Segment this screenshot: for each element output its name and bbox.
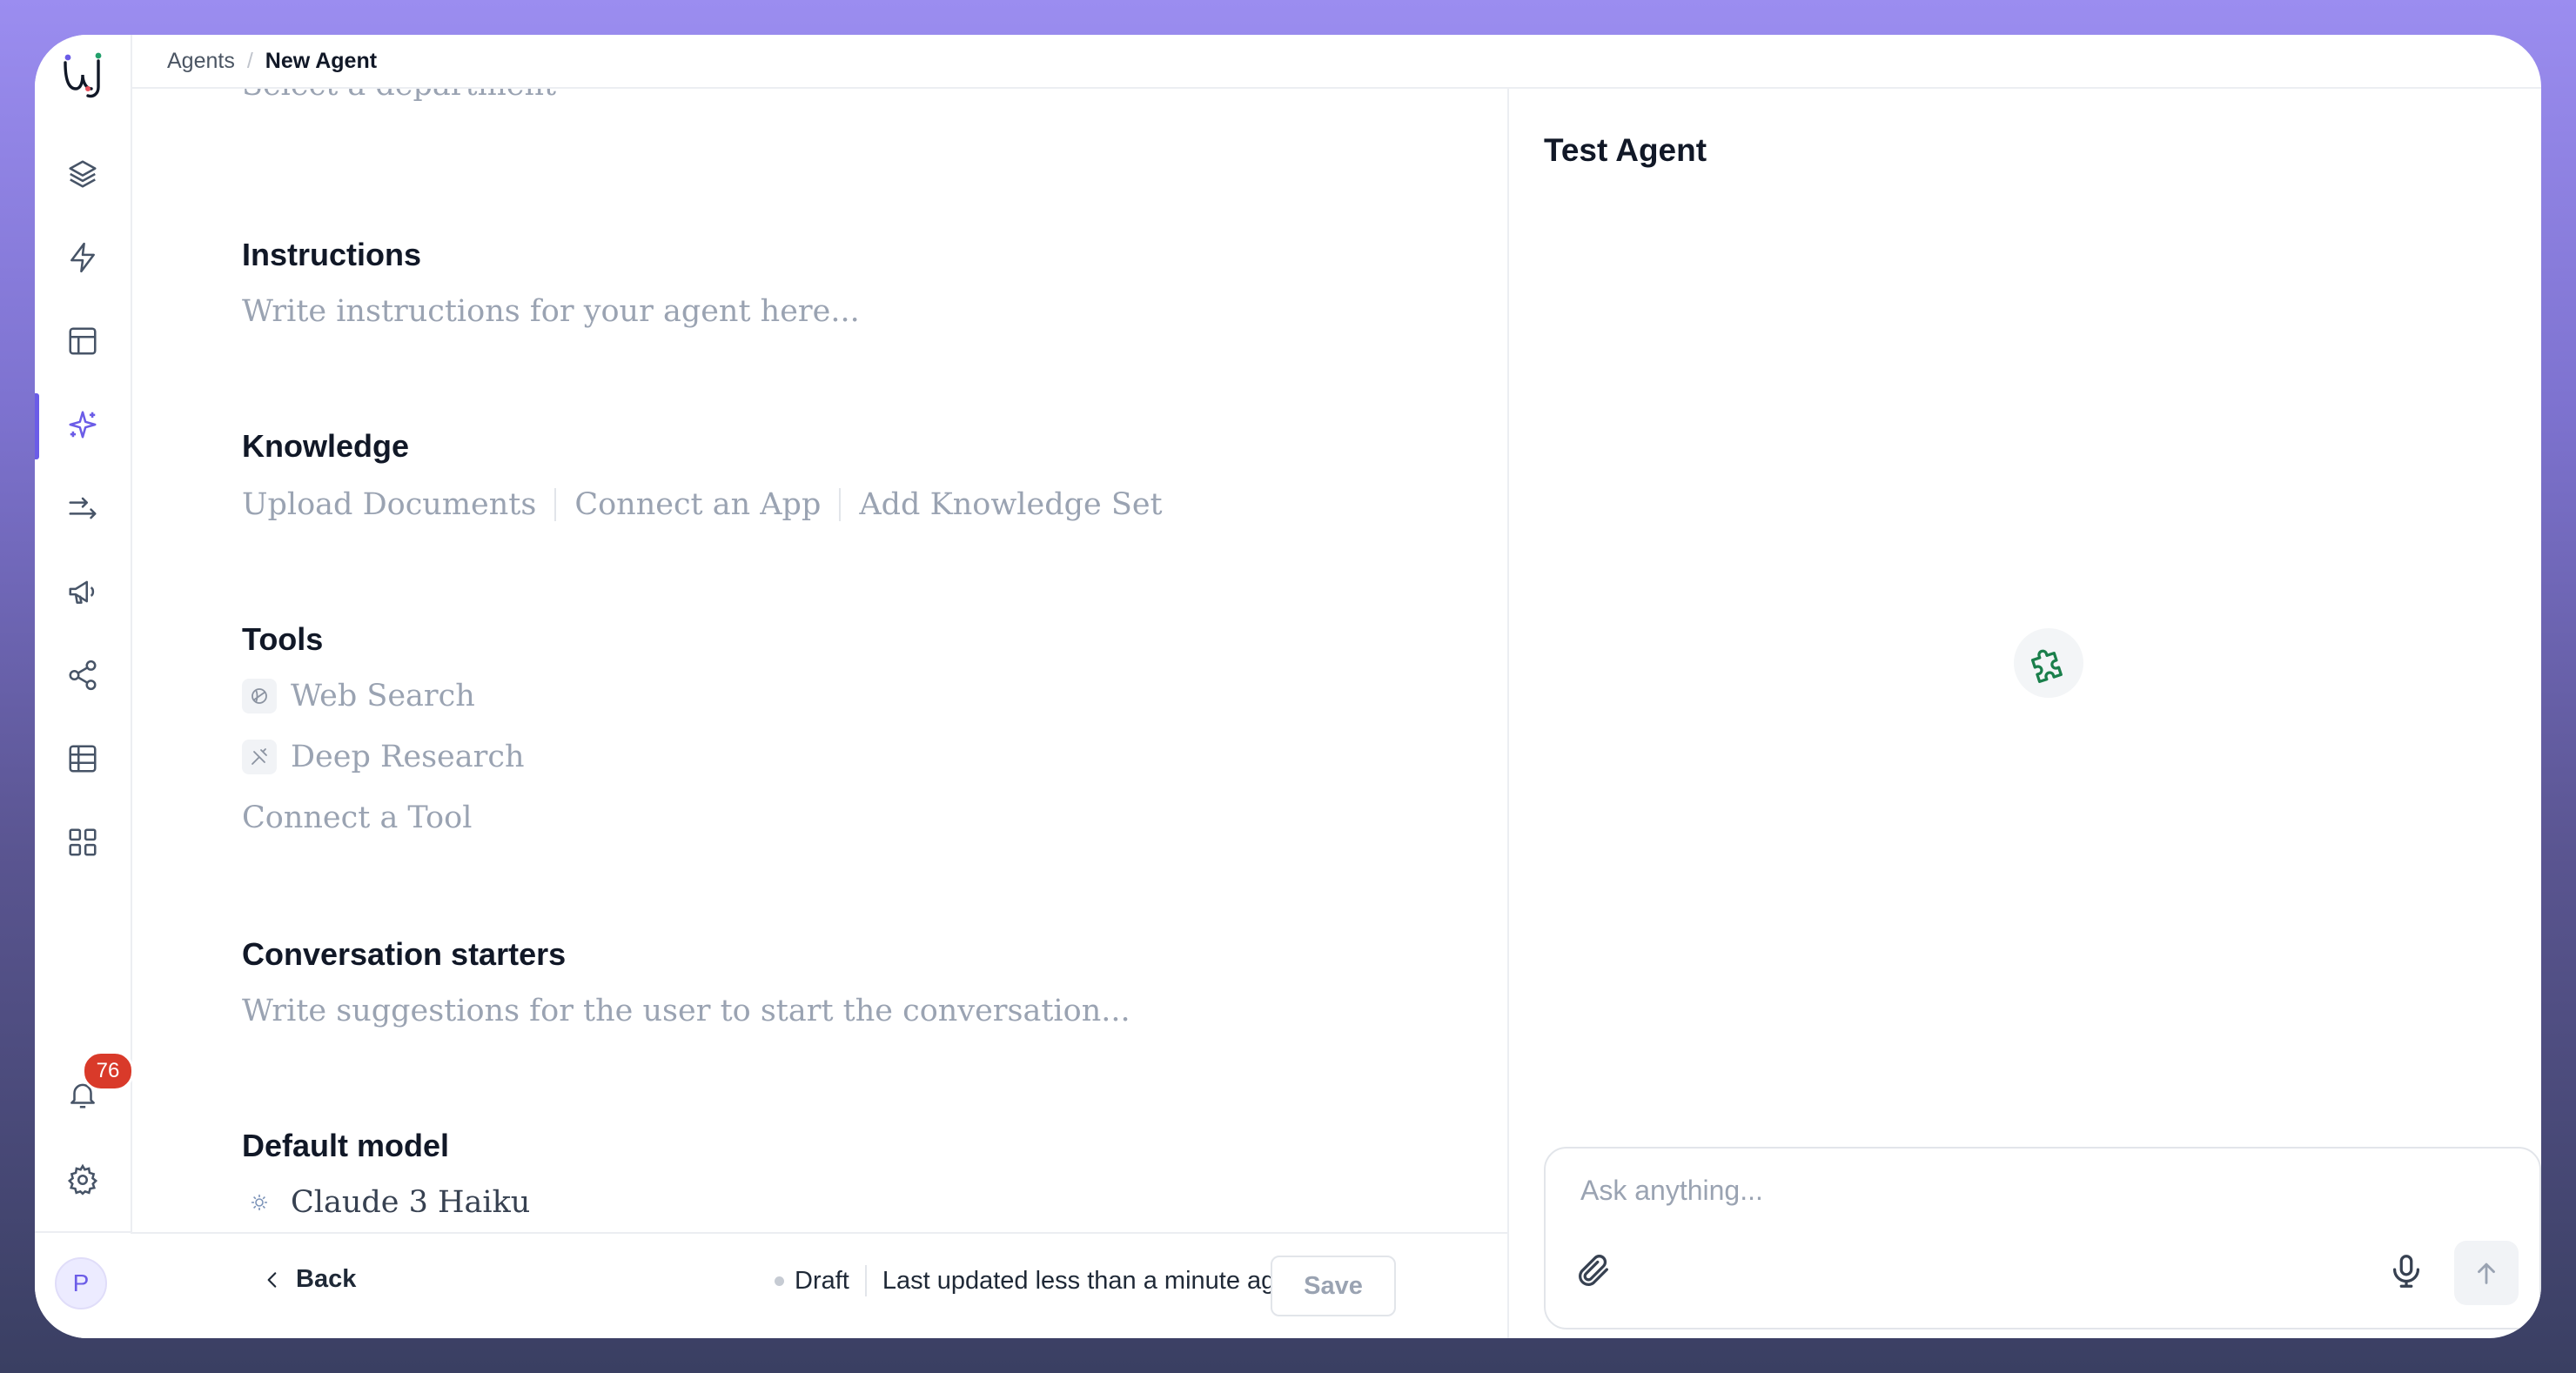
status-divider [864,1265,867,1296]
conversation-starters-title: Conversation starters [242,936,567,972]
default-model-select[interactable]: Claude 3 Haiku [242,1185,530,1220]
send-button[interactable] [2454,1241,2519,1305]
add-knowledge-set-link[interactable]: Add Knowledge Set [859,487,1162,522]
breadcrumb-separator: / [246,48,253,73]
instructions-input[interactable]: Write instructions for your agent here..… [242,294,860,329]
last-updated-text: Last updated less than a minute ago [882,1266,1290,1295]
app-window: 76 P Agents / New Agent Select a departm… [35,35,2541,1338]
agent-form: Select a department Instructions Write i… [131,89,1507,1267]
sparkles-icon[interactable] [65,407,100,442]
back-button[interactable]: Back [261,1265,356,1294]
megaphone-icon[interactable] [65,574,100,609]
sidebar: 76 P [35,35,134,1338]
web-search-icon [242,679,277,713]
test-agent-panel: Test Agent [1507,89,2541,1338]
tool-label: Web Search [291,679,475,713]
connect-app-link[interactable]: Connect an App [574,487,821,522]
app-logo[interactable] [57,49,109,101]
link-divider [839,488,842,521]
tools-title: Tools [242,621,324,657]
status-dot [775,1276,784,1286]
back-label: Back [296,1265,357,1293]
chat-input[interactable] [1580,1175,2364,1207]
chat-composer [1544,1147,2541,1329]
puzzle-icon [2014,628,2083,698]
paperclip-icon[interactable] [1573,1251,1613,1291]
deep-research-icon [242,740,277,774]
link-divider [554,488,557,521]
gear-icon[interactable] [65,1162,100,1197]
breadcrumb-agents-link[interactable]: Agents [167,49,235,74]
avatar[interactable]: P [55,1257,107,1309]
tool-deep-research[interactable]: Deep Research [242,740,525,774]
conversation-starters-input[interactable]: Write suggestions for the user to start … [242,994,1130,1028]
sidebar-divider [35,1231,131,1233]
instructions-title: Instructions [242,237,422,272]
chevron-left-icon [267,1271,277,1288]
share-icon[interactable] [65,658,100,693]
save-button[interactable]: Save [1271,1256,1396,1316]
notification-badge: 76 [82,1051,134,1091]
default-model-title: Default model [242,1128,450,1163]
knowledge-title: Knowledge [242,428,410,464]
test-agent-title: Test Agent [1544,132,1707,168]
knowledge-links: Upload Documents Connect an App Add Know… [242,487,1163,522]
form-footer: Back Draft Last updated less than a minu… [131,1232,1507,1338]
table-icon[interactable] [65,741,100,776]
status-badge: Draft [795,1266,849,1295]
connect-tool-link[interactable]: Connect a Tool [242,800,472,835]
layout-icon[interactable] [65,324,100,358]
arrows-icon[interactable] [65,491,100,526]
upload-documents-link[interactable]: Upload Documents [242,487,536,522]
breadcrumb-current: New Agent [265,48,378,73]
active-indicator [35,393,39,459]
apps-grid-icon[interactable] [65,825,100,860]
arrow-up-icon [2478,1262,2495,1284]
tool-label: Deep Research [291,740,525,774]
status-indicator: Draft Last updated less than a minute ag… [775,1265,1289,1296]
default-model-value: Claude 3 Haiku [291,1185,531,1220]
microphone-icon[interactable] [2386,1251,2426,1291]
breadcrumb: Agents / New Agent [131,35,2541,89]
model-icon [242,1185,277,1220]
tool-web-search[interactable]: Web Search [242,679,475,713]
department-select[interactable]: Select a department [242,89,556,103]
layers-icon[interactable] [65,157,100,191]
bolt-icon[interactable] [65,240,100,275]
